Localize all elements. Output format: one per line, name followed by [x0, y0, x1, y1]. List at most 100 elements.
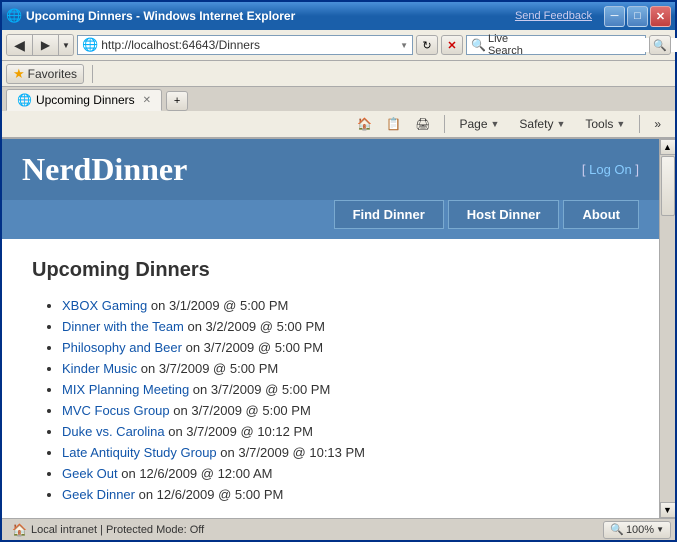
dinner-link[interactable]: Late Antiquity Study Group	[62, 445, 217, 460]
list-item: Philosophy and Beer on 3/7/2009 @ 5:00 P…	[62, 340, 629, 355]
dinner-detail: on 3/7/2009 @ 10:12 PM	[165, 424, 313, 439]
scrollbar-track	[660, 155, 676, 502]
nav-dropdown-button[interactable]: ▼	[59, 34, 73, 56]
address-bar: 🌐 http://localhost:64643/Dinners ▼ ↻ ✕	[77, 34, 463, 56]
fav-separator	[92, 65, 93, 83]
cmd-sep-2	[639, 115, 640, 133]
tools-menu-button[interactable]: Tools ▼	[579, 113, 631, 135]
dinner-link[interactable]: Duke vs. Carolina	[62, 424, 165, 439]
about-nav-button[interactable]: About	[563, 200, 639, 229]
close-button[interactable]: ✕	[650, 6, 671, 27]
dinner-link[interactable]: Philosophy and Beer	[62, 340, 182, 355]
live-search-label: Live Search	[488, 33, 523, 57]
nerd-header: NerdDinner [ Log On ]	[2, 139, 659, 200]
refresh-button[interactable]: ↻	[416, 35, 438, 55]
tab-bar: 🌐 Upcoming Dinners ✕ +	[2, 87, 675, 111]
page-dropdown-icon: ▼	[491, 119, 500, 129]
list-item: Dinner with the Team on 3/2/2009 @ 5:00 …	[62, 319, 629, 334]
favorites-bar: ★ Favorites	[2, 61, 675, 87]
list-item: MIX Planning Meeting on 3/7/2009 @ 5:00 …	[62, 382, 629, 397]
new-tab-button[interactable]: +	[166, 91, 188, 111]
browser-content: NerdDinner [ Log On ] Find Dinner Host D…	[2, 139, 675, 518]
nerd-dinner-logo: NerdDinner	[22, 151, 187, 188]
home-button[interactable]: 🏠	[351, 113, 378, 135]
list-item: XBOX Gaming on 3/1/2009 @ 5:00 PM	[62, 298, 629, 313]
cmd-sep-1	[444, 115, 445, 133]
zoom-icon: 🔍	[610, 523, 624, 536]
nerd-nav: Find Dinner Host Dinner About	[2, 200, 659, 239]
forward-button[interactable]: ▶	[33, 34, 59, 56]
safety-dropdown-icon: ▼	[556, 119, 565, 129]
vertical-scrollbar: ▲ ▼	[659, 139, 675, 518]
page-menu-button[interactable]: Page ▼	[453, 113, 505, 135]
host-dinner-nav-button[interactable]: Host Dinner	[448, 200, 560, 229]
list-item: Kinder Music on 3/7/2009 @ 5:00 PM	[62, 361, 629, 376]
dinner-detail: on 12/6/2009 @ 12:00 AM	[118, 466, 273, 481]
dinner-detail: on 3/2/2009 @ 5:00 PM	[184, 319, 325, 334]
back-forward-group: ◀ ▶ ▼	[6, 34, 74, 56]
nerd-dinner-page: NerdDinner [ Log On ] Find Dinner Host D…	[2, 139, 659, 518]
status-zone: 🏠 Local intranet | Protected Mode: Off	[6, 523, 603, 537]
dinner-link[interactable]: Geek Dinner	[62, 487, 135, 502]
zone-icon: 🏠	[12, 523, 27, 537]
tab-close-button[interactable]: ✕	[143, 95, 151, 106]
address-box: 🌐 http://localhost:64643/Dinners ▼	[77, 35, 413, 55]
dinner-link[interactable]: Dinner with the Team	[62, 319, 184, 334]
dinner-detail: on 3/7/2009 @ 5:00 PM	[182, 340, 323, 355]
address-dropdown[interactable]: ▼	[400, 41, 408, 50]
list-item: MVC Focus Group on 3/7/2009 @ 5:00 PM	[62, 403, 629, 418]
nav-bar: ◀ ▶ ▼ 🌐 http://localhost:64643/Dinners ▼…	[6, 33, 671, 57]
tab-label: Upcoming Dinners	[36, 93, 135, 107]
command-bar: 🏠 📋 🖨 Page ▼ Safety ▼ Tools ▼ »	[2, 111, 675, 139]
status-bar: 🏠 Local intranet | Protected Mode: Off 🔍…	[2, 518, 675, 540]
safety-menu-button[interactable]: Safety ▼	[513, 113, 571, 135]
list-item: Geek Out on 12/6/2009 @ 12:00 AM	[62, 466, 629, 481]
search-go-button[interactable]: 🔍	[649, 35, 671, 55]
maximize-button[interactable]: □	[627, 6, 648, 27]
zoom-level: 100%	[626, 524, 654, 536]
dinner-detail: on 3/7/2009 @ 5:00 PM	[137, 361, 278, 376]
dinner-detail: on 3/7/2009 @ 5:00 PM	[189, 382, 330, 397]
title-bar: 🌐 Upcoming Dinners - Windows Internet Ex…	[2, 2, 675, 30]
tab-upcoming-dinners[interactable]: 🌐 Upcoming Dinners ✕	[6, 89, 162, 111]
address-text[interactable]: http://localhost:64643/Dinners	[101, 38, 400, 52]
browser-icon: 🌐	[6, 8, 22, 24]
back-button[interactable]: ◀	[7, 34, 33, 56]
toolbar-area: ◀ ▶ ▼ 🌐 http://localhost:64643/Dinners ▼…	[2, 30, 675, 61]
login-bracket-close: ]	[632, 162, 639, 177]
scrollbar-thumb[interactable]	[661, 156, 675, 216]
feeds-button[interactable]: 📋	[380, 113, 407, 135]
login-area: [ Log On ]	[582, 162, 639, 177]
dinner-detail: on 3/7/2009 @ 5:00 PM	[170, 403, 311, 418]
print-button[interactable]: 🖨	[409, 113, 436, 135]
list-item: Geek Dinner on 12/6/2009 @ 5:00 PM	[62, 487, 629, 502]
zoom-button[interactable]: 🔍 100% ▼	[603, 521, 671, 539]
cmd-overflow-button[interactable]: »	[648, 113, 667, 135]
find-dinner-nav-button[interactable]: Find Dinner	[334, 200, 444, 229]
search-box: 🔍 Live Search ▼	[466, 35, 646, 55]
dinner-link[interactable]: Geek Out	[62, 466, 118, 481]
window-controls: ─ □ ✕	[604, 6, 671, 27]
page-button-group: 🏠 📋 🖨	[351, 113, 436, 135]
minimize-button[interactable]: ─	[604, 6, 625, 27]
log-on-link[interactable]: Log On	[589, 162, 632, 177]
stop-button[interactable]: ✕	[441, 35, 463, 55]
list-item: Late Antiquity Study Group on 3/7/2009 @…	[62, 445, 629, 460]
dinner-link[interactable]: MIX Planning Meeting	[62, 382, 189, 397]
dinner-detail: on 3/1/2009 @ 5:00 PM	[147, 298, 288, 313]
scroll-up-button[interactable]: ▲	[660, 139, 676, 155]
favorites-button[interactable]: ★ Favorites	[6, 64, 84, 84]
dinner-link[interactable]: MVC Focus Group	[62, 403, 170, 418]
search-area: 🔍 Live Search ▼ 🔍	[466, 34, 671, 56]
dinner-link[interactable]: XBOX Gaming	[62, 298, 147, 313]
tools-dropdown-icon: ▼	[616, 119, 625, 129]
dinner-detail: on 12/6/2009 @ 5:00 PM	[135, 487, 283, 502]
tab-icon: 🌐	[17, 93, 32, 107]
window-title: Upcoming Dinners - Windows Internet Expl…	[26, 9, 511, 23]
address-icon: 🌐	[82, 37, 98, 53]
status-text: Local intranet | Protected Mode: Off	[31, 524, 204, 536]
page-content: NerdDinner [ Log On ] Find Dinner Host D…	[2, 139, 659, 518]
scroll-down-button[interactable]: ▼	[660, 502, 676, 518]
dinner-link[interactable]: Kinder Music	[62, 361, 137, 376]
send-feedback-link[interactable]: Send Feedback	[515, 10, 592, 22]
